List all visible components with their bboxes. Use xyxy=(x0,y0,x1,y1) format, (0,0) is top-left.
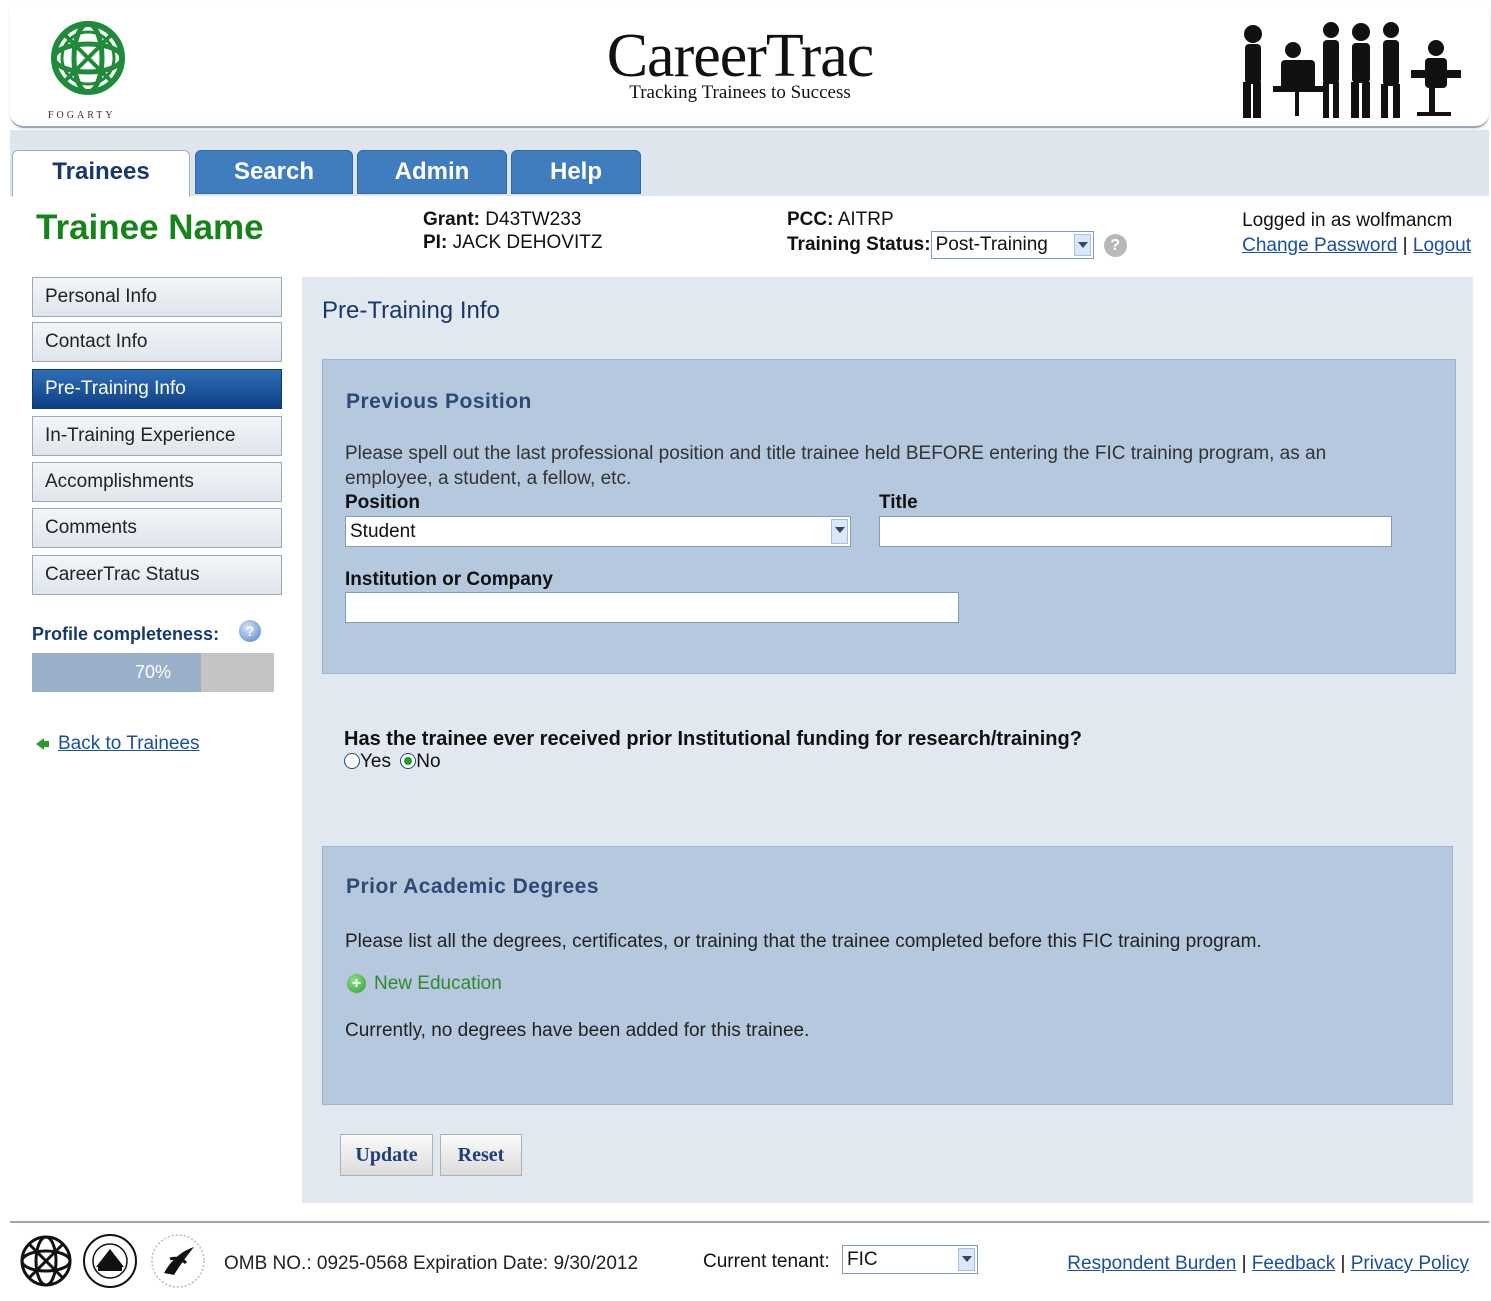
position-select[interactable]: Student xyxy=(345,516,851,547)
fogarty-globe-icon xyxy=(51,21,125,95)
funding-yes-label: Yes xyxy=(360,751,391,772)
logout-link[interactable]: Logout xyxy=(1413,235,1471,256)
pcc-value: AITRP xyxy=(837,209,894,230)
reset-button[interactable]: Reset xyxy=(440,1134,522,1176)
footer-links: Respondent Burden | Feedback | Privacy P… xyxy=(1067,1253,1469,1275)
pcc-label: PCC: xyxy=(787,209,834,230)
no-degrees-text: Currently, no degrees have been added fo… xyxy=(345,1020,810,1041)
hhs-seal-icon xyxy=(151,1234,205,1288)
fogarty-logo: FOGARTY xyxy=(48,18,128,121)
site-footer: OMB NO.: 0925-0568 Expiration Date: 9/30… xyxy=(10,1221,1489,1301)
footer-separator: | xyxy=(1241,1253,1247,1274)
main-tabs: Trainees Search Admin Help xyxy=(10,130,1489,197)
back-to-trainees-link[interactable]: Back to Trainees xyxy=(58,733,200,754)
tenant-select-value: FIC xyxy=(847,1249,878,1270)
site-header: FOGARTY CareerTrac Tracking Trainees to … xyxy=(10,8,1489,128)
sidebar-item-careertrac-status[interactable]: CareerTrac Status xyxy=(32,555,282,595)
brand-tagline: Tracking Trainees to Success xyxy=(629,82,851,103)
chevron-down-icon[interactable] xyxy=(958,1248,975,1271)
training-status-select[interactable]: Post-Training xyxy=(930,231,1094,259)
back-to-trainees: Back to Trainees xyxy=(36,733,200,755)
pi-value: JACK DEHOVITZ xyxy=(452,232,603,253)
profile-completeness-label: Profile completeness: xyxy=(32,624,220,644)
tab-trainees[interactable]: Trainees xyxy=(12,150,190,197)
tenant-select[interactable]: FIC xyxy=(842,1245,978,1274)
funding-no-label: No xyxy=(416,751,441,772)
sidebar-item-accomplishments[interactable]: Accomplishments xyxy=(32,462,282,502)
profile-progress-bar: 70% xyxy=(32,653,274,692)
nih-seal-icon xyxy=(83,1234,137,1288)
sidebar-item-comments[interactable]: Comments xyxy=(32,508,282,548)
funding-question: Has the trainee ever received prior Inst… xyxy=(344,728,1082,750)
privacy-policy-link[interactable]: Privacy Policy xyxy=(1351,1253,1469,1274)
funding-yes-radio[interactable] xyxy=(344,753,360,769)
sidebar-item-contact-info[interactable]: Contact Info xyxy=(32,322,282,362)
profile-progress-text: 70% xyxy=(134,662,172,682)
brand: CareerTrac Tracking Trainees to Success xyxy=(510,22,970,103)
feedback-link[interactable]: Feedback xyxy=(1252,1253,1335,1274)
training-status-value: Post-Training xyxy=(935,234,1048,255)
sidebar-item-pre-training-info[interactable]: Pre-Training Info xyxy=(32,369,282,409)
grant-value: D43TW233 xyxy=(485,209,582,230)
prior-degrees-title: Prior Academic Degrees xyxy=(346,875,600,898)
page-title: Pre-Training Info xyxy=(322,297,500,324)
sidebar-item-in-training-experience[interactable]: In-Training Experience xyxy=(32,416,282,456)
logged-in-text: Logged in as wolfmancm xyxy=(1242,210,1453,231)
previous-position-title: Previous Position xyxy=(346,390,532,413)
tenant-label: Current tenant: xyxy=(703,1251,830,1272)
change-password-link[interactable]: Change Password xyxy=(1242,235,1397,256)
login-separator: | xyxy=(1402,235,1408,256)
chevron-down-icon[interactable] xyxy=(831,519,848,544)
institution-input[interactable] xyxy=(345,592,959,623)
add-icon: + xyxy=(347,974,366,994)
sidebar-item-personal-info[interactable]: Personal Info xyxy=(32,277,282,317)
new-education-label: New Education xyxy=(374,973,502,994)
fogarty-footer-logo-icon xyxy=(20,1235,72,1287)
profile-help-icon[interactable]: ? xyxy=(239,620,261,642)
title-input[interactable] xyxy=(879,516,1392,547)
tab-help[interactable]: Help xyxy=(511,150,641,194)
pi-label: PI: xyxy=(423,232,448,253)
funding-options: Yes No xyxy=(344,751,441,773)
omb-text: OMB NO.: 0925-0568 Expiration Date: 9/30… xyxy=(224,1253,639,1274)
back-arrow-icon[interactable] xyxy=(36,737,49,750)
respondent-burden-link[interactable]: Respondent Burden xyxy=(1067,1253,1236,1274)
footer-separator: | xyxy=(1340,1253,1346,1274)
update-button[interactable]: Update xyxy=(340,1134,433,1176)
position-label: Position xyxy=(345,492,420,513)
brand-title: CareerTrac xyxy=(606,22,875,90)
prior-degrees-instructions: Please list all the degrees, certificate… xyxy=(345,931,1262,952)
new-education-link[interactable]: + New Education xyxy=(347,973,502,995)
tab-admin[interactable]: Admin xyxy=(357,150,507,194)
tab-search[interactable]: Search xyxy=(195,150,353,194)
trainee-name-heading: Trainee Name xyxy=(36,208,264,247)
grant-label: Grant: xyxy=(423,209,480,230)
position-select-value: Student xyxy=(350,521,416,542)
funding-no-radio[interactable] xyxy=(400,753,417,769)
training-status-label: Training Status: xyxy=(787,234,931,256)
trainees-silhouette-image xyxy=(1243,22,1461,118)
fogarty-logo-text: FOGARTY xyxy=(48,110,116,121)
institution-label: Institution or Company xyxy=(345,569,553,590)
help-question-icon[interactable]: ? xyxy=(1103,233,1127,257)
prior-degrees-panel: Prior Academic Degrees Please list all t… xyxy=(322,846,1453,1105)
previous-position-instructions: Please spell out the last professional p… xyxy=(345,443,1327,489)
main-content: Pre-Training Info Previous Position Plea… xyxy=(302,277,1473,1203)
login-info: Logged in as wolfmancm Change Password |… xyxy=(1242,208,1471,258)
chevron-down-icon[interactable] xyxy=(1073,234,1091,256)
footer-logos xyxy=(20,1234,205,1288)
pcc-info: PCC: AITRP Training Status: Post-Training… xyxy=(787,208,1127,259)
grant-info: Grant: D43TW233 PI: JACK DEHOVITZ xyxy=(423,208,602,254)
app-frame: FOGARTY CareerTrac Tracking Trainees to … xyxy=(10,0,1489,1301)
title-label: Title xyxy=(879,492,918,513)
previous-position-panel: Previous Position Please spell out the l… xyxy=(322,359,1456,674)
